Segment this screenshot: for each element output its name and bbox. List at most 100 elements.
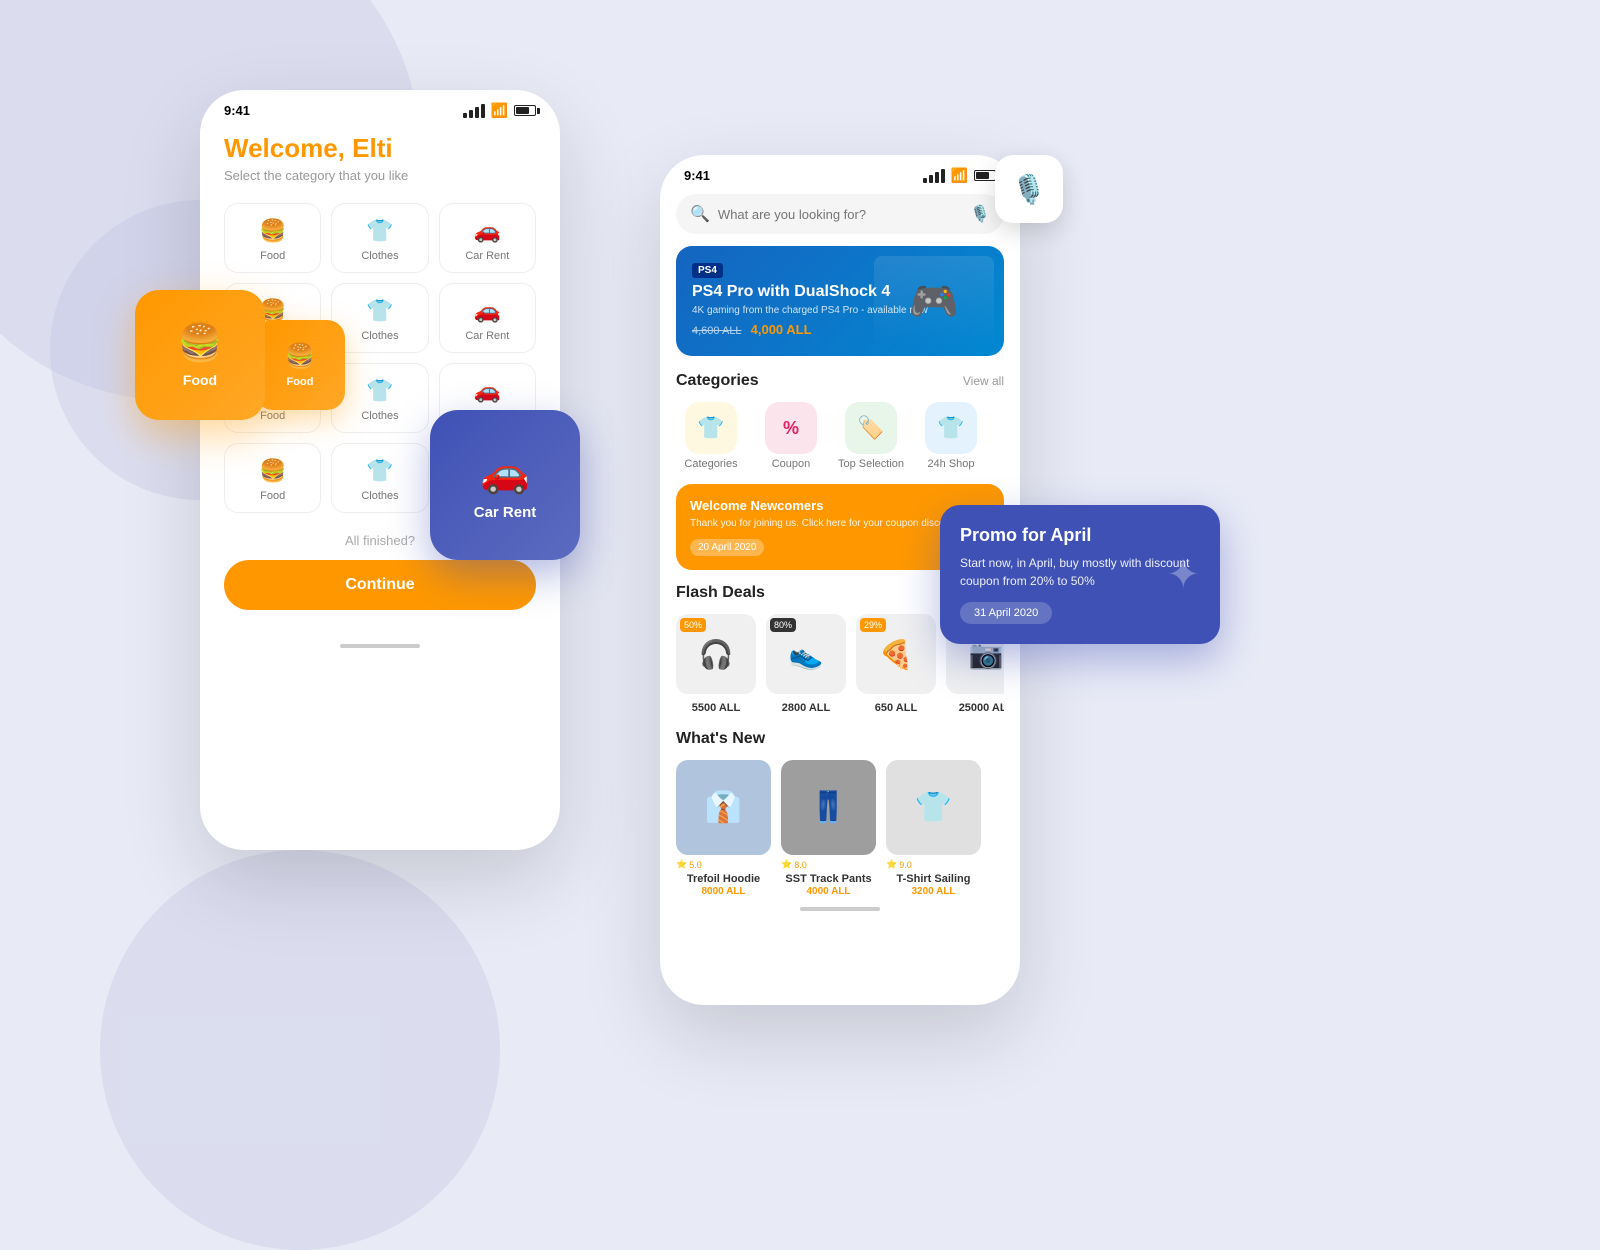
clothes-label-2: Clothes	[361, 330, 398, 342]
user-name: Elti	[352, 133, 392, 163]
name-tshirt: T-Shirt Sailing	[886, 872, 981, 886]
float-food-card-big[interactable]: 🍔 Food	[135, 290, 265, 420]
food-label-1: Food	[260, 250, 285, 262]
flash-deals-title: Flash Deals	[676, 584, 765, 602]
voice-button[interactable]: 🎙️	[995, 155, 1063, 223]
new-card-tshirt[interactable]: 👕 ⭐ 9.0 T-Shirt Sailing 3200 ALL	[886, 760, 981, 897]
signal-icon	[463, 104, 485, 118]
name-hoodie: Trefoil Hoodie	[676, 872, 771, 886]
carrent-icon-2: 🚗	[474, 298, 501, 324]
deal-pizza[interactable]: 29% 🍕 650 ALL	[856, 614, 936, 716]
deal-badge-50: 50%	[680, 618, 706, 632]
rating-pants: ⭐ 8.0	[781, 859, 876, 870]
float-food-icon-big: 🍔	[178, 322, 223, 364]
search-icon: 🔍	[690, 204, 710, 224]
cat-clothes-2[interactable]: 👕 Clothes	[331, 283, 428, 353]
categories-title: Categories	[676, 372, 759, 390]
whats-new-row: 👔 ⭐ 5.0 Trefoil Hoodie 8000 ALL 👖 ⭐ 8.0 …	[676, 760, 1004, 897]
promo-banner[interactable]: PS4 PS4 Pro with DualShock 4 4K gaming f…	[676, 246, 1004, 356]
float-carrent-icon: 🚗	[480, 449, 530, 496]
clothes-label-1: Clothes	[361, 250, 398, 262]
new-img-pants: 👖	[781, 760, 876, 855]
food-label-3: Food	[260, 410, 285, 422]
promo-april-overlay[interactable]: Promo for April Start now, in April, buy…	[940, 505, 1220, 644]
deal-shoes[interactable]: 80% 👟 2800 ALL	[766, 614, 846, 716]
float-carrent-card[interactable]: 🚗 Car Rent	[430, 410, 580, 560]
continue-button[interactable]: Continue	[224, 560, 536, 610]
chip-top-selection[interactable]: 🏷️ Top Selection	[836, 402, 906, 470]
cat-carrent-2[interactable]: 🚗 Car Rent	[439, 283, 536, 353]
banner-image: 🎮	[874, 256, 994, 346]
rating-hoodie: ⭐ 5.0	[676, 859, 771, 870]
promo-overlay-date: 31 April 2020	[960, 602, 1052, 624]
chip-24h-shop[interactable]: 👕 24h Shop	[916, 402, 986, 470]
chip-coupon[interactable]: % Coupon	[756, 402, 826, 470]
float-food-label-big: Food	[183, 372, 217, 388]
deal-img-headphones: 50% 🎧	[676, 614, 756, 694]
new-card-pants[interactable]: 👖 ⭐ 8.0 SST Track Pants 4000 ALL	[781, 760, 876, 897]
chip-24h-icon: 👕	[925, 402, 977, 454]
battery-icon	[514, 105, 536, 116]
deal-badge-80: 80%	[770, 618, 796, 632]
deal-img-pizza: 29% 🍕	[856, 614, 936, 694]
clothes-icon-4: 👕	[366, 458, 393, 484]
promo-overlay-desc: Start now, in April, buy mostly with dis…	[960, 554, 1200, 590]
chip-24h-label: 24h Shop	[927, 458, 974, 470]
search-input[interactable]	[718, 207, 962, 222]
deal-headphones[interactable]: 50% 🎧 5500 ALL	[676, 614, 756, 716]
food-icon-4: 🍔	[259, 458, 286, 484]
cat-food-1[interactable]: 🍔 Food	[224, 203, 321, 273]
battery-icon-2	[974, 170, 996, 181]
whats-new-title: What's New	[676, 730, 765, 748]
new-card-hoodie[interactable]: 👔 ⭐ 5.0 Trefoil Hoodie 8000 ALL	[676, 760, 771, 897]
cat-food-4[interactable]: 🍔 Food	[224, 443, 321, 513]
cat-clothes-1[interactable]: 👕 Clothes	[331, 203, 428, 273]
deal-badge-29: 29%	[860, 618, 886, 632]
old-price: 4,600 ALL	[692, 325, 742, 337]
welcome-text: Welcome,	[224, 133, 352, 163]
new-img-hoodie: 👔	[676, 760, 771, 855]
carrent-label-2: Car Rent	[465, 330, 509, 342]
price-tshirt: 3200 ALL	[886, 886, 981, 897]
clothes-label-4: Clothes	[361, 490, 398, 502]
chip-categories[interactable]: 👕 Categories	[676, 402, 746, 470]
chip-categories-label: Categories	[684, 458, 737, 470]
price-pants: 4000 ALL	[781, 886, 876, 897]
welcome-heading: Welcome, Elti	[224, 133, 536, 164]
deal-price-camera: 25000 ALL	[959, 702, 1004, 714]
view-all-categories[interactable]: View all	[963, 374, 1004, 388]
status-time-1: 9:41	[224, 103, 250, 118]
status-icons-2: 📶	[923, 167, 996, 184]
ps-logo: PS4	[692, 263, 723, 278]
welcome-subtitle: Select the category that you like	[224, 168, 536, 183]
food-icon-1: 🍔	[259, 218, 286, 244]
cat-clothes-4[interactable]: 👕 Clothes	[331, 443, 428, 513]
promo-overlay-title: Promo for April	[960, 525, 1200, 546]
float-carrent-label: Car Rent	[474, 504, 537, 521]
promo-star-decoration: ✦	[1166, 552, 1200, 598]
search-bar[interactable]: 🔍 🎙️	[676, 194, 1004, 234]
deal-price-headphones: 5500 ALL	[692, 702, 741, 714]
clothes-icon-1: 👕	[366, 218, 393, 244]
name-pants: SST Track Pants	[781, 872, 876, 886]
whats-new-header: What's New	[676, 730, 1004, 748]
cat-carrent-1[interactable]: 🚗 Car Rent	[439, 203, 536, 273]
home-indicator-1	[340, 644, 420, 648]
mic-icon-large: 🎙️	[1012, 173, 1047, 206]
clothes-icon-2: 👕	[366, 298, 393, 324]
float-food-card-small[interactable]: 🍔 Food	[255, 320, 345, 410]
float-food-icon-small: 🍔	[285, 342, 315, 371]
rating-tshirt: ⭐ 9.0	[886, 859, 981, 870]
cat-clothes-3[interactable]: 👕 Clothes	[331, 363, 428, 433]
deal-price-shoes: 2800 ALL	[782, 702, 831, 714]
status-bar-1: 9:41 📶	[200, 90, 560, 123]
deal-price-pizza: 650 ALL	[875, 702, 917, 714]
price-hoodie: 8000 ALL	[676, 886, 771, 897]
status-icons-1: 📶	[463, 102, 536, 119]
float-food-label-small: Food	[287, 376, 314, 388]
categories-row: 👕 Categories % Coupon 🏷️ Top Selection 👕…	[676, 402, 1004, 470]
chip-categories-icon: 👕	[685, 402, 737, 454]
carrent-icon-3: 🚗	[474, 378, 501, 404]
carrent-icon-1: 🚗	[474, 218, 501, 244]
status-bar-2: 9:41 📶	[660, 155, 1020, 188]
